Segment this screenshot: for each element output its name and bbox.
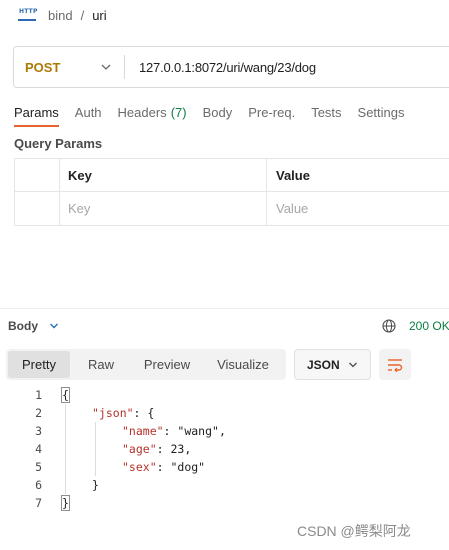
- status-badge[interactable]: 200 OK: [409, 319, 449, 333]
- watermark: CSDN @鳄梨阿龙: [297, 523, 411, 539]
- method-select[interactable]: POST: [14, 47, 124, 87]
- tab-tests[interactable]: Tests: [311, 101, 341, 123]
- url-input[interactable]: 127.0.0.1:8072/uri/wang/23/dog: [125, 60, 316, 75]
- tab-prereq[interactable]: Pre-req.: [248, 101, 295, 123]
- tab-headers[interactable]: Headers (7): [118, 101, 187, 123]
- indent-guide: [95, 422, 96, 476]
- url-bar: POST 127.0.0.1:8072/uri/wang/23/dog: [13, 46, 449, 88]
- line-number: 4: [35, 442, 42, 456]
- wrap-lines-button[interactable]: [379, 349, 411, 380]
- view-visualize-button[interactable]: Visualize: [202, 351, 284, 378]
- breadcrumb-parent[interactable]: bind: [48, 8, 73, 23]
- http-icon: HTTP: [18, 8, 37, 22]
- view-raw-button[interactable]: Raw: [70, 351, 132, 378]
- code-text: "sex": "dog": [122, 460, 206, 474]
- code-text: }: [92, 478, 99, 492]
- code-text: "json": {: [92, 406, 155, 420]
- globe-icon[interactable]: [382, 319, 396, 333]
- request-tabs: Params Auth Headers (7) Body Pre-req. Tes…: [14, 101, 421, 127]
- tab-settings[interactable]: Settings: [358, 101, 405, 123]
- line-number: 5: [35, 460, 42, 474]
- query-params-title: Query Params: [14, 136, 103, 151]
- view-pretty-button[interactable]: Pretty: [8, 351, 70, 378]
- method-label: POST: [25, 59, 61, 75]
- line-number: 7: [35, 496, 42, 510]
- code-text: "age": 23,: [122, 442, 192, 456]
- chevron-down-icon: [101, 64, 111, 70]
- view-preview-button[interactable]: Preview: [132, 351, 202, 378]
- line-number: 1: [35, 388, 42, 402]
- view-mode-switcher: Pretty Raw Preview Visualize: [6, 349, 286, 380]
- tab-body[interactable]: Body: [203, 101, 233, 123]
- row-checkbox-cell[interactable]: [15, 192, 60, 225]
- code-text: }: [61, 495, 70, 511]
- column-header-key: Key: [60, 159, 267, 192]
- format-select[interactable]: JSON: [294, 349, 371, 380]
- breadcrumb-current[interactable]: uri: [92, 8, 106, 23]
- query-params-table: Key Value Key Value: [14, 158, 449, 226]
- value-input[interactable]: Value: [267, 192, 449, 225]
- format-label: JSON: [307, 357, 340, 372]
- breadcrumb-separator: /: [80, 7, 85, 23]
- tab-params[interactable]: Params: [14, 101, 59, 127]
- chevron-down-icon: [50, 323, 58, 329]
- code-text: "name": "wang",: [122, 424, 226, 438]
- breadcrumb: HTTP bind / uri: [18, 6, 107, 24]
- indent-guide: [65, 404, 66, 494]
- table-header-row: Key Value: [15, 159, 449, 192]
- column-header-value: Value: [276, 168, 310, 183]
- line-number: 3: [35, 424, 42, 438]
- response-body-dropdown[interactable]: Body: [8, 318, 59, 334]
- line-number: 6: [35, 478, 42, 492]
- headers-count: (7): [170, 104, 187, 120]
- response-divider[interactable]: [0, 308, 449, 309]
- checkbox-column: [15, 159, 60, 192]
- wrap-icon: [388, 358, 403, 372]
- tab-auth[interactable]: Auth: [75, 101, 102, 123]
- chevron-down-icon: [349, 362, 357, 368]
- table-row: Key Value: [15, 192, 449, 225]
- line-number: 2: [35, 406, 42, 420]
- key-input[interactable]: Key: [60, 192, 267, 225]
